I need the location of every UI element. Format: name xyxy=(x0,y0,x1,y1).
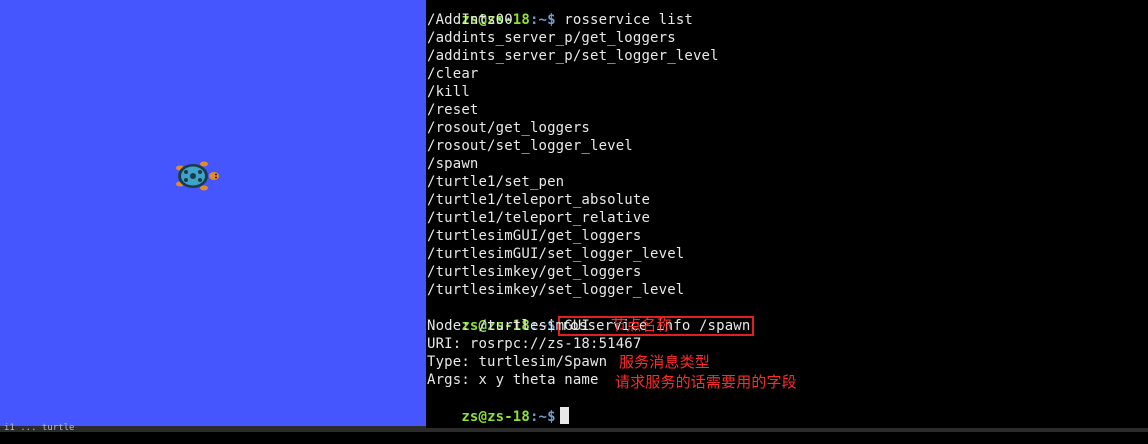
prompt-user: zs@zs-18 xyxy=(461,409,530,425)
turtlesim-status-strip: i1 ... turtle xyxy=(0,423,426,433)
service-line: /kill xyxy=(427,84,470,100)
service-line: /clear xyxy=(427,66,479,82)
final-prompt-line[interactable]: zs@zs-18:~$ xyxy=(427,389,569,425)
top-prompt-line: zs@zs-18:~$ rosservice list xyxy=(427,0,693,28)
args-output-line: Args: x y theta name xyxy=(427,372,599,388)
service-line: /turtlesimGUI/set_logger_level xyxy=(427,246,685,262)
service-line: /addints_server_p/get_loggers xyxy=(427,30,676,46)
args-annotation: 请求服务的话需要用的字段 xyxy=(615,373,797,391)
command-text: rosservice list xyxy=(564,12,693,28)
service-line: /spawn xyxy=(427,156,479,172)
service-line: /rosout/set_logger_level xyxy=(427,138,633,154)
node-output-line: Node: /turtlesimGUI xyxy=(427,318,590,334)
turtlesim-canvas: i1 ... turtle xyxy=(0,0,426,433)
service-line: /turtlesimkey/get_loggers xyxy=(427,264,642,280)
service-line: /turtle1/teleport_absolute xyxy=(427,192,651,208)
terminal-window[interactable]: zs@zs-18:~$ rosservice list /AddInts00 /… xyxy=(426,0,1148,432)
service-line: /reset xyxy=(427,102,479,118)
service-line: /turtlesimkey/set_logger_level xyxy=(427,282,685,298)
service-line: /turtlesimGUI/get_loggers xyxy=(427,228,642,244)
type-annotation: 服务消息类型 xyxy=(619,353,710,371)
node-annotation: 节点名称 xyxy=(611,316,672,334)
service-line: /addints_server_p/set_logger_level xyxy=(427,48,719,64)
service-line: /turtle1/set_pen xyxy=(427,174,565,190)
service-line: /AddInts00 xyxy=(427,12,513,28)
service-line: /turtle1/teleport_relative xyxy=(427,210,651,226)
turtle-icon xyxy=(176,161,219,191)
prompt-path: :~$ xyxy=(529,409,556,425)
terminal-cursor xyxy=(559,407,569,424)
uri-output-line: URI: rosrpc://zs-18:51467 xyxy=(427,336,642,352)
type-output-line: Type: turtlesim/Spawn xyxy=(427,354,608,370)
prompt-path: :~$ xyxy=(529,12,565,28)
terminal-bottom-strip xyxy=(426,428,1148,432)
service-line: /rosout/get_loggers xyxy=(427,120,590,136)
info-prompt-line: zs@zs-18:~$ rosservice info /spawn xyxy=(427,299,755,336)
